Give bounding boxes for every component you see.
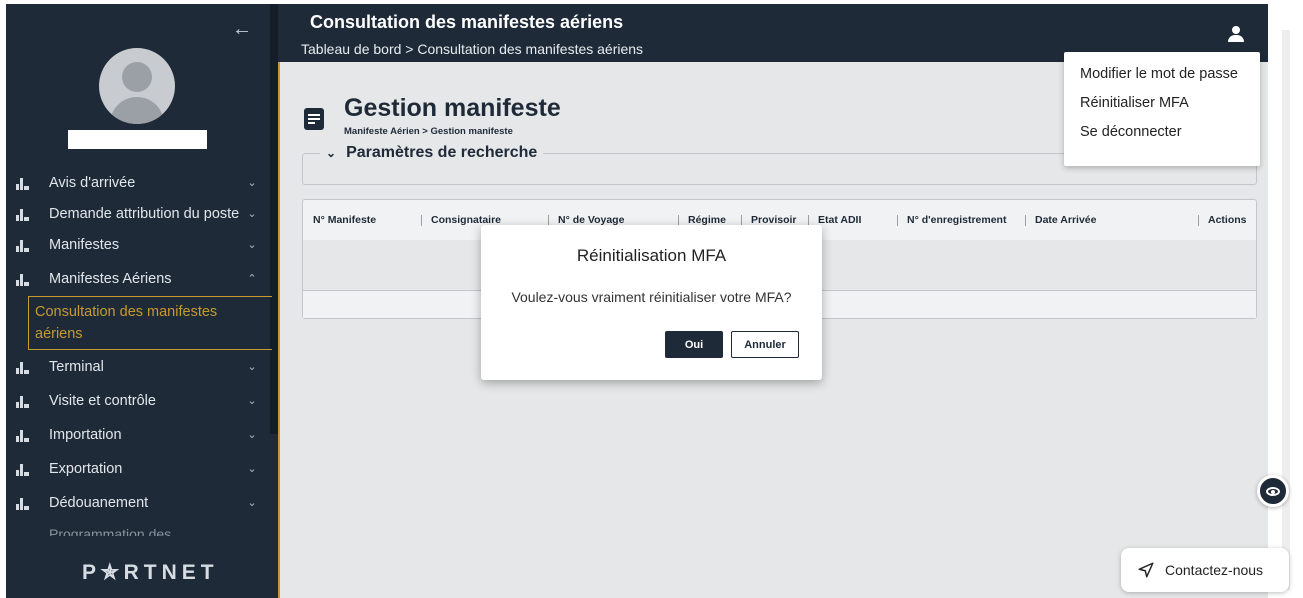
avatar — [99, 48, 175, 124]
bar-chart-icon — [16, 429, 29, 442]
sidebar: ← Avis d'arrivée ⌄ Demande attribution d… — [6, 4, 278, 598]
chevron-down-icon: ⌄ — [247, 361, 257, 373]
document-icon — [304, 108, 324, 130]
sidebar-item-label: Manifestes — [49, 237, 120, 253]
eye-icon[interactable] — [1257, 475, 1289, 507]
user-account-icon[interactable] — [1226, 24, 1246, 44]
bar-chart-icon — [16, 273, 29, 286]
chevron-down-icon: ⌄ — [247, 395, 257, 407]
header-title: Consultation des manifestes aériens — [310, 12, 624, 32]
sidebar-item-importation[interactable]: Importation ⌄ — [6, 418, 272, 452]
chevron-up-icon: ⌃ — [247, 273, 257, 285]
sidebar-item-label: Dédouanement — [49, 495, 149, 511]
menu-item-reset-mfa[interactable]: Réinitialiser MFA — [1064, 89, 1260, 118]
chevron-down-icon: ⌄ — [247, 463, 257, 475]
sidebar-item-avis-arrivee[interactable]: Avis d'arrivée ⌄ — [6, 166, 272, 200]
bar-chart-icon — [16, 208, 29, 221]
column-header[interactable]: Date Arrivée — [1025, 214, 1150, 226]
contact-us-button[interactable]: Contactez-nous — [1121, 548, 1289, 592]
bar-chart-icon — [16, 239, 29, 252]
chevron-down-icon: ⌄ — [326, 146, 337, 160]
sidebar-subitem-consultation-manifestes[interactable]: Consultation des manifestes aériens — [28, 296, 272, 350]
chevron-down-icon: ⌄ — [247, 177, 257, 189]
partnet-logo: P✯RTNET — [82, 561, 219, 584]
chevron-down-icon: ⌄ — [247, 497, 257, 509]
bar-chart-icon — [16, 177, 29, 190]
sidebar-item-programmation-partial[interactable]: Programmation des — [6, 520, 272, 536]
chevron-down-icon: ⌄ — [247, 429, 257, 441]
sidebar-nav: Avis d'arrivée ⌄ Demande attribution du … — [6, 166, 272, 536]
search-parameters-toggle[interactable]: ⌄ Paramètres de recherche — [320, 144, 544, 162]
sidebar-item-label: Terminal — [49, 359, 104, 375]
search-parameters-label: Paramètres de recherche — [346, 144, 538, 161]
breadcrumb: Tableau de bord > Consultation des manif… — [301, 41, 644, 57]
bar-chart-icon — [16, 463, 29, 476]
sidebar-item-label: Demande attribution du poste — [49, 206, 240, 222]
column-header[interactable]: Etat ADII — [808, 214, 897, 226]
sidebar-item-dedouanement[interactable]: Dédouanement ⌄ — [6, 486, 272, 520]
chevron-down-icon: ⌄ — [247, 208, 257, 220]
sidebar-item-terminal[interactable]: Terminal ⌄ — [6, 350, 272, 384]
sidebar-item-label: Visite et contrôle — [49, 393, 156, 409]
chevron-down-icon: ⌄ — [247, 239, 257, 251]
avatar-body-shape — [110, 97, 164, 124]
dialog-title: Réinitialisation MFA — [576, 246, 727, 265]
sidebar-item-manifestes[interactable]: Manifestes ⌄ — [6, 228, 272, 262]
sidebar-item-visite-controle[interactable]: Visite et contrôle ⌄ — [6, 384, 272, 418]
reset-mfa-dialog: Réinitialisation MFA Voulez-vous vraimen… — [481, 225, 822, 380]
collapse-sidebar-arrow-icon[interactable]: ← — [232, 18, 252, 41]
column-header[interactable]: N° Manifeste — [303, 214, 421, 226]
menu-item-logout[interactable]: Se déconnecter — [1064, 118, 1260, 147]
user-dropdown-menu: Modifier le mot de passe Réinitialiser M… — [1064, 52, 1260, 166]
dialog-message: Voulez-vous vraiment réinitialiser votre… — [511, 289, 792, 305]
contact-us-label: Contactez-nous — [1165, 562, 1264, 578]
send-arrow-icon — [1138, 562, 1154, 578]
sidebar-item-exportation[interactable]: Exportation ⌄ — [6, 452, 272, 486]
column-header[interactable]: N° d'enregistrement — [897, 214, 1025, 226]
sidebar-item-label: Exportation — [49, 461, 123, 477]
sidebar-item-manifestes-aeriens[interactable]: Manifestes Aériens ⌃ — [6, 262, 272, 296]
menu-item-change-password[interactable]: Modifier le mot de passe — [1064, 60, 1260, 89]
avatar-head-shape — [122, 62, 152, 92]
bar-chart-icon — [16, 395, 29, 408]
confirm-button[interactable]: Oui — [665, 331, 723, 358]
bar-chart-icon — [16, 361, 29, 374]
bar-chart-icon — [16, 497, 29, 510]
page-scrollbar[interactable] — [1282, 30, 1290, 590]
cancel-button[interactable]: Annuler — [731, 331, 799, 358]
page-title: Gestion manifeste — [344, 94, 561, 122]
sidebar-item-label: Manifestes Aériens — [49, 271, 172, 287]
sidebar-item-demande-attribution[interactable]: Demande attribution du poste ⌄ — [6, 200, 272, 228]
sidebar-item-label: Importation — [49, 427, 122, 443]
username-redacted — [68, 130, 207, 149]
column-header[interactable]: Actions — [1198, 214, 1256, 226]
sidebar-item-label: Avis d'arrivée — [49, 175, 136, 191]
page-breadcrumb: Manifeste Aérien > Gestion manifeste — [344, 126, 513, 137]
